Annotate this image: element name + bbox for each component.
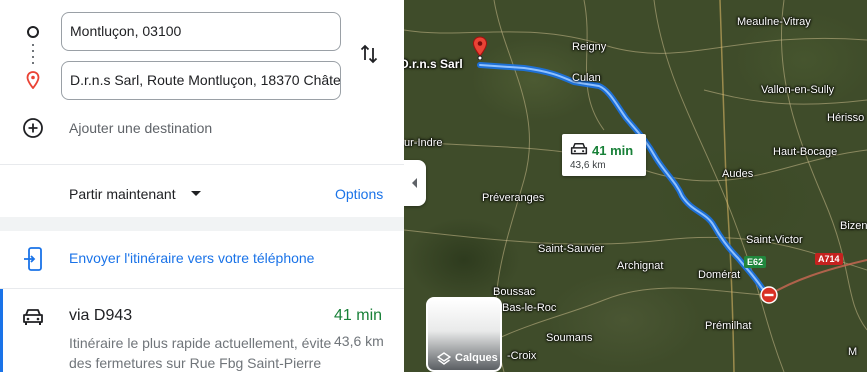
town-label: Bizen <box>840 220 867 232</box>
town-label: Bas-le-Roc <box>502 302 557 314</box>
town-label: ur-Indre <box>404 137 443 149</box>
destination-input[interactable]: D.r.n.s Sarl, Route Montluçon, 18370 Châ… <box>61 61 341 100</box>
selected-route-indicator <box>0 289 3 372</box>
origin-circle-icon <box>27 26 39 38</box>
town-label: Soumans <box>546 332 593 344</box>
add-destination-icon[interactable] <box>22 117 44 139</box>
town-label: Archignat <box>617 260 664 272</box>
directions-panel: Montluçon, 03100 D.r.n.s Sarl, Route Mon… <box>0 0 404 372</box>
route-duration-callout[interactable]: 41 min 43,6 km <box>562 134 646 176</box>
town-label: Reigny <box>572 41 607 53</box>
town-label: Préveranges <box>482 192 545 204</box>
town-label: Hérisso <box>827 112 865 124</box>
destination-pin-icon <box>26 71 40 89</box>
collapse-panel-button[interactable] <box>404 160 426 206</box>
town-label: M <box>848 346 858 358</box>
town-label: Prémilhat <box>705 320 752 332</box>
depart-time-selector[interactable]: Partir maintenant <box>69 186 176 202</box>
town-label: Haut-Bocage <box>773 146 838 158</box>
town-label: Boussac <box>493 286 536 298</box>
layers-label[interactable]: Calques <box>455 352 498 364</box>
town-label: Domérat <box>698 269 741 281</box>
send-to-phone-icon[interactable] <box>23 247 43 271</box>
callout-distance: 43,6 km <box>570 160 606 171</box>
destination-marker-icon[interactable] <box>472 36 488 60</box>
route-distance: 43,6 km <box>334 333 384 349</box>
origin-marker-icon[interactable] <box>760 286 778 304</box>
map-view[interactable]: Meaulne-Vitray Reigny Culan Vallon-en-Su… <box>404 0 867 372</box>
layers-button[interactable]: Calques <box>426 297 502 372</box>
town-label: Audes <box>722 168 754 180</box>
car-icon <box>570 143 588 155</box>
town-label: Saint-Victor <box>746 234 803 246</box>
route-via-label[interactable]: via D943 <box>69 307 132 325</box>
options-button[interactable]: Options <box>335 186 383 202</box>
road-shield: E62 <box>744 256 767 268</box>
divider <box>0 164 404 165</box>
callout-duration: 41 min <box>592 143 634 158</box>
chevron-left-icon[interactable] <box>412 178 417 188</box>
route-dots-icon <box>32 44 34 68</box>
town-label: Vallon-en-Sully <box>761 84 835 96</box>
layers-icon[interactable] <box>437 352 451 366</box>
caret-down-icon[interactable] <box>191 191 201 196</box>
add-destination-button[interactable]: Ajouter une destination <box>69 120 212 136</box>
town-label: Culan <box>572 72 601 84</box>
swap-directions-icon[interactable] <box>358 43 380 65</box>
town-label: Meaulne-Vitray <box>737 16 811 28</box>
car-icon <box>23 309 43 325</box>
send-to-phone-button[interactable]: Envoyer l'itinéraire vers votre téléphon… <box>69 250 314 266</box>
origin-input[interactable]: Montluçon, 03100 <box>61 12 341 51</box>
route-description: Itinéraire le plus rapide actuellement, … <box>69 335 332 371</box>
town-label: -Croix <box>507 350 537 362</box>
road-shield: A714 <box>815 253 843 265</box>
town-label: Saint-Sauvier <box>538 243 605 255</box>
section-separator <box>0 217 404 231</box>
route-duration: 41 min <box>334 307 383 324</box>
destination-place-label[interactable]: D.r.n.s Sarl <box>404 57 463 71</box>
